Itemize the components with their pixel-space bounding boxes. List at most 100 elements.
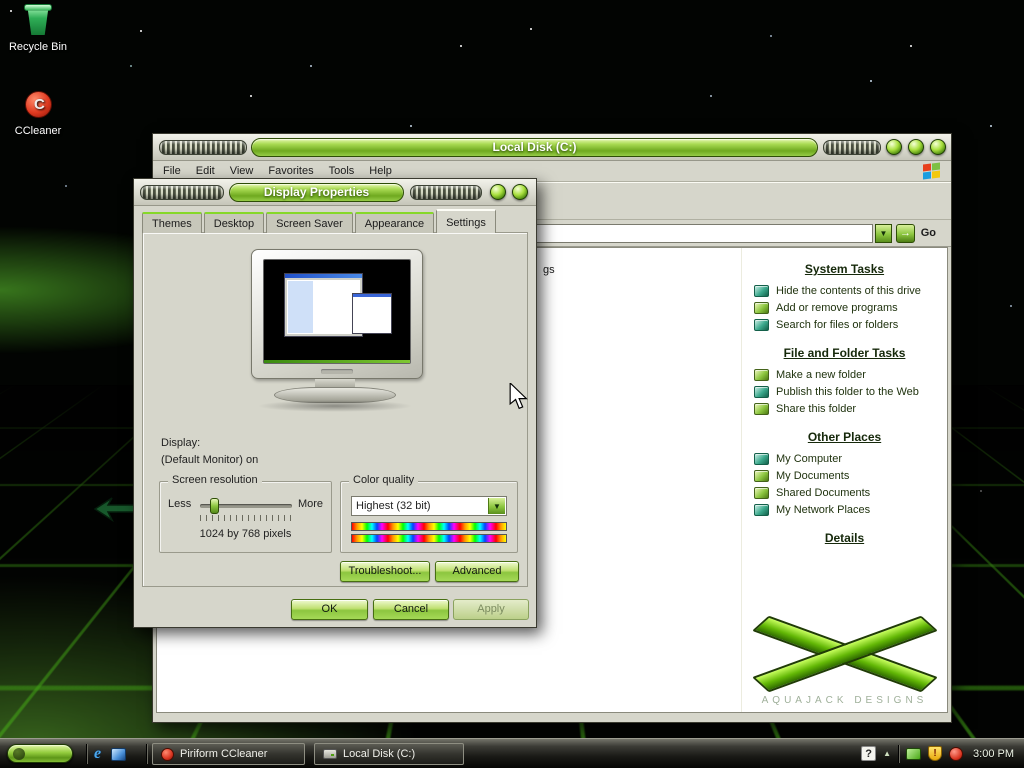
shared-documents-icon <box>754 487 769 499</box>
start-button[interactable] <box>7 744 73 763</box>
partially-hidden-folder-label: gs <box>543 264 555 276</box>
search-icon <box>754 319 769 331</box>
color-quality-group: Color quality Highest (32 bit) <box>340 474 518 553</box>
menu-help[interactable]: Help <box>369 165 392 177</box>
dialog-tabs: Themes Desktop Screen Saver Appearance S… <box>142 209 498 233</box>
my-computer-icon <box>754 453 769 465</box>
screen-resolution-group: Screen resolution Less More 1024 by 768 … <box>159 474 332 553</box>
close-button[interactable] <box>512 184 528 200</box>
menu-tools[interactable]: Tools <box>329 165 355 177</box>
tab-themes[interactable]: Themes <box>142 212 202 233</box>
taskbar-task-local-disk[interactable]: Local Disk (C:) <box>314 743 464 765</box>
drive-icon <box>754 285 769 297</box>
close-button[interactable] <box>930 139 946 155</box>
my-documents-icon <box>754 470 769 482</box>
file-folder-tasks-section: File and Folder Tasks Make a new folder … <box>742 346 947 418</box>
dialog-title-pill: Display Properties <box>229 183 404 202</box>
advanced-button[interactable]: Advanced <box>435 561 519 582</box>
explorer-titlebar[interactable]: Local Disk (C:) <box>153 134 951 161</box>
color-quality-select[interactable]: Highest (32 bit) <box>351 496 507 516</box>
maximize-button[interactable] <box>908 139 924 155</box>
ccleaner-icon <box>161 747 174 761</box>
new-folder-icon <box>754 369 769 381</box>
network-places-icon <box>754 504 769 516</box>
taskbar: Piriform CCleaner Local Disk (C:) 3:00 P… <box>0 738 1024 768</box>
more-label: More <box>297 498 323 510</box>
internet-explorer-icon[interactable] <box>94 745 101 763</box>
system-tasks-section: System Tasks Hide the contents of this d… <box>742 262 947 334</box>
titlebar-coil-decoration <box>159 140 247 155</box>
system-tray: 3:00 PM <box>853 739 1022 768</box>
dialog-titlebar[interactable]: Display Properties <box>134 179 536 206</box>
help-icon[interactable] <box>861 746 877 761</box>
explorer-title: Local Disk (C:) <box>492 140 577 154</box>
aquajack-x-logo <box>745 615 945 693</box>
chevron-down-icon[interactable] <box>488 498 505 514</box>
task-search[interactable]: Search for files or folders <box>742 317 947 334</box>
hide-icons-chevron-icon[interactable] <box>883 749 891 758</box>
link-my-computer[interactable]: My Computer <box>742 451 947 468</box>
help-button[interactable] <box>490 184 506 200</box>
publish-web-icon <box>754 386 769 398</box>
tab-settings[interactable]: Settings <box>436 209 496 233</box>
task-publish-web[interactable]: Publish this folder to the Web <box>742 384 947 401</box>
windows-logo-icon <box>923 162 942 180</box>
task-add-remove-programs[interactable]: Add or remove programs <box>742 300 947 317</box>
details-section: Details <box>742 531 947 545</box>
menu-edit[interactable]: Edit <box>196 165 215 177</box>
explorer-title-pill: Local Disk (C:) <box>251 138 818 157</box>
task-hide-contents[interactable]: Hide the contents of this drive <box>742 283 947 300</box>
link-network-places[interactable]: My Network Places <box>742 502 947 519</box>
dialog-title: Display Properties <box>263 185 370 199</box>
go-arrow-icon[interactable] <box>896 224 915 243</box>
monitor-shadow <box>257 400 413 412</box>
link-my-documents[interactable]: My Documents <box>742 468 947 485</box>
titlebar-coil-decoration <box>823 140 881 155</box>
menu-favorites[interactable]: Favorites <box>268 165 313 177</box>
alert-icon[interactable] <box>949 746 964 761</box>
other-places-header[interactable]: Other Places <box>742 430 947 444</box>
monitor-preview <box>251 249 423 379</box>
taskbar-divider <box>898 744 900 763</box>
resolution-slider[interactable] <box>200 498 292 514</box>
tab-screen-saver[interactable]: Screen Saver <box>266 212 353 233</box>
minimize-button[interactable] <box>886 139 902 155</box>
titlebar-coil-decoration <box>410 185 482 200</box>
settings-tab-panel: Display: (Default Monitor) on Screen res… <box>142 232 528 587</box>
resolution-value: 1024 by 768 pixels <box>199 528 292 540</box>
resolution-slider-thumb[interactable] <box>210 498 219 514</box>
address-dropdown-button[interactable] <box>875 224 892 243</box>
details-header[interactable]: Details <box>742 531 947 545</box>
cancel-button[interactable]: Cancel <box>373 599 449 620</box>
quick-launch <box>94 744 127 764</box>
share-folder-icon <box>754 403 769 415</box>
taskbar-divider <box>86 744 87 764</box>
tab-appearance[interactable]: Appearance <box>354 212 435 233</box>
desktop-icon-label: Recycle Bin <box>8 41 68 53</box>
taskbar-task-ccleaner[interactable]: Piriform CCleaner <box>152 743 305 765</box>
display-properties-dialog: Display Properties Themes Desktop Screen… <box>133 178 537 628</box>
launcher-icon[interactable] <box>111 747 127 761</box>
troubleshoot-button[interactable]: Troubleshoot... <box>340 561 430 582</box>
color-quality-legend: Color quality <box>349 474 419 486</box>
link-shared-documents[interactable]: Shared Documents <box>742 485 947 502</box>
go-button[interactable]: Go <box>921 227 936 239</box>
security-shield-icon[interactable] <box>928 746 943 761</box>
file-folder-tasks-header[interactable]: File and Folder Tasks <box>742 346 947 360</box>
less-label: Less <box>168 498 192 510</box>
task-share-folder[interactable]: Share this folder <box>742 401 947 418</box>
task-make-new-folder[interactable]: Make a new folder <box>742 367 947 384</box>
network-icon[interactable] <box>906 747 922 760</box>
system-tasks-header[interactable]: System Tasks <box>742 262 947 276</box>
desktop-icon-ccleaner[interactable]: CCleaner <box>2 88 74 137</box>
taskbar-clock: 3:00 PM <box>973 747 1014 760</box>
add-remove-programs-icon <box>754 302 769 314</box>
apply-button: Apply <box>453 599 529 620</box>
tab-desktop[interactable]: Desktop <box>203 212 265 233</box>
menu-view[interactable]: View <box>230 165 254 177</box>
menu-file[interactable]: File <box>163 165 181 177</box>
desktop-icon-recycle-bin[interactable]: Recycle Bin <box>2 4 74 53</box>
recycle-bin-icon <box>20 4 56 38</box>
monitor-screen-preview <box>263 259 411 364</box>
ok-button[interactable]: OK <box>291 599 368 620</box>
